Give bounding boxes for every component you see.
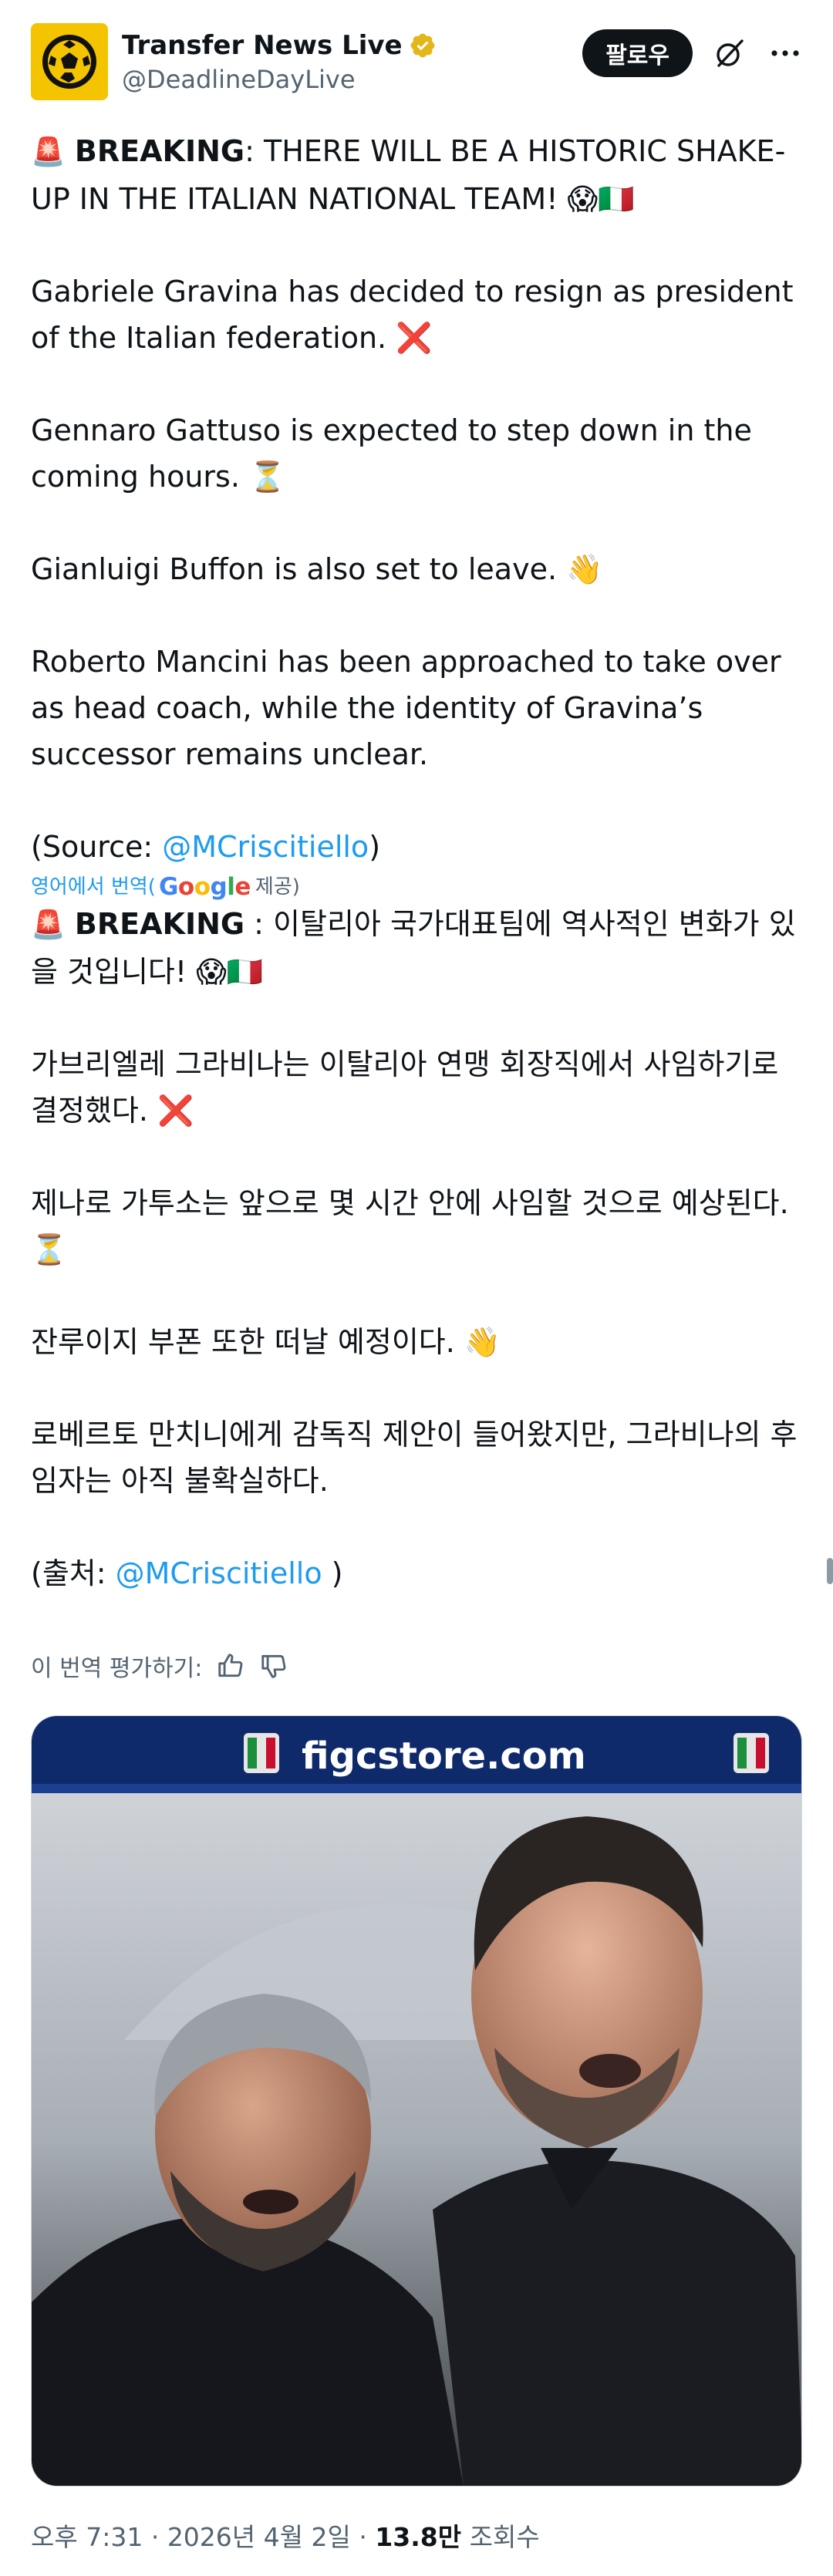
- siren-icon: 🚨: [31, 909, 66, 941]
- tweet-time[interactable]: 오후 7:31: [31, 2522, 143, 2552]
- tweet-date[interactable]: 2026년 4월 2일: [167, 2522, 351, 2552]
- translated-paragraph-5: 로베르토 만치니에게 감독직 제안이 들어왔지만, 그라비나의 후임자는 아직 …: [31, 1418, 798, 1498]
- tweet-meta: 오후 7:31 · 2026년 4월 2일 · 13.8만 조회수: [31, 2522, 540, 2552]
- thumbs-up-icon[interactable]: [216, 1651, 245, 1681]
- translated-paragraph-4: 잔루이지 부폰 또한 떠날 예정이다. 👋: [31, 1325, 501, 1359]
- avatar[interactable]: [31, 23, 108, 100]
- tweet-original-text: 🚨 BREAKING: THERE WILL BE A HISTORIC SHA…: [31, 128, 802, 870]
- author-display-name[interactable]: Transfer News Live: [122, 29, 403, 62]
- verified-badge-icon: [410, 33, 434, 58]
- scrollbar-thumb[interactable]: [827, 1558, 833, 1584]
- tweet-media-photo[interactable]: figcstore.com: [31, 1715, 802, 2487]
- translated-source: (출처: @MCriscitiello ): [31, 1556, 343, 1590]
- follow-button[interactable]: 팔로우: [582, 29, 693, 77]
- original-paragraph-5: Roberto Mancini has been approached to t…: [31, 645, 791, 771]
- views-label: 조회수: [461, 2522, 540, 2552]
- original-paragraph-4: Gianluigi Buffon is also set to leave. 👋: [31, 552, 603, 586]
- rate-translation: 이 번역 평가하기:: [31, 1649, 288, 1683]
- translated-from-link[interactable]: 영어에서 번역: [31, 872, 148, 902]
- soccer-ball-icon: [42, 35, 96, 89]
- photo-illustration: figcstore.com: [32, 1716, 801, 2486]
- translated-paragraph-1: 🚨 BREAKING : 이탈리아 국가대표팀에 역사적인 변화가 있을 것입니…: [31, 907, 796, 989]
- tweet-translated-text: 🚨 BREAKING : 이탈리아 국가대표팀에 역사적인 변화가 있을 것입니…: [31, 901, 802, 1597]
- rate-translation-label: 이 번역 평가하기:: [31, 1655, 203, 1682]
- original-paragraph-2: Gabriele Gravina has decided to resign a…: [31, 275, 803, 355]
- siren-icon: 🚨: [31, 137, 66, 168]
- google-logo: Google: [158, 873, 251, 901]
- translation-attribution: 영어에서 번역 ( Google 제공): [31, 872, 300, 902]
- source-mention-link[interactable]: @MCriscitiello: [162, 830, 369, 864]
- views-count: 13.8만: [375, 2522, 462, 2552]
- original-paragraph-3: Gennaro Gattuso is expected to step down…: [31, 413, 761, 494]
- thumbs-down-icon[interactable]: [259, 1651, 288, 1681]
- banner-text: figcstore.com: [302, 1735, 586, 1778]
- tweet-page: Transfer News Live @DeadlineDayLive 팔로우: [0, 0, 833, 2576]
- translated-paragraph-3: 제나로 가투소는 앞으로 몇 시간 안에 사임할 것으로 예상된다. ⏳: [31, 1186, 798, 1266]
- grok-icon[interactable]: [713, 36, 747, 70]
- source-mention-link[interactable]: @MCriscitiello: [116, 1556, 322, 1590]
- more-icon[interactable]: [768, 36, 802, 70]
- original-source: (Source: @MCriscitiello): [31, 830, 381, 864]
- tweet-header: Transfer News Live @DeadlineDayLive 팔로우: [31, 23, 802, 108]
- author-handle[interactable]: @DeadlineDayLive: [122, 63, 437, 96]
- original-paragraph-1: 🚨 BREAKING: THERE WILL BE A HISTORIC SHA…: [31, 134, 786, 216]
- translated-paragraph-2: 가브리엘레 그라비나는 이탈리아 연맹 회장직에서 사임하기로 결정했다. ❌: [31, 1047, 788, 1128]
